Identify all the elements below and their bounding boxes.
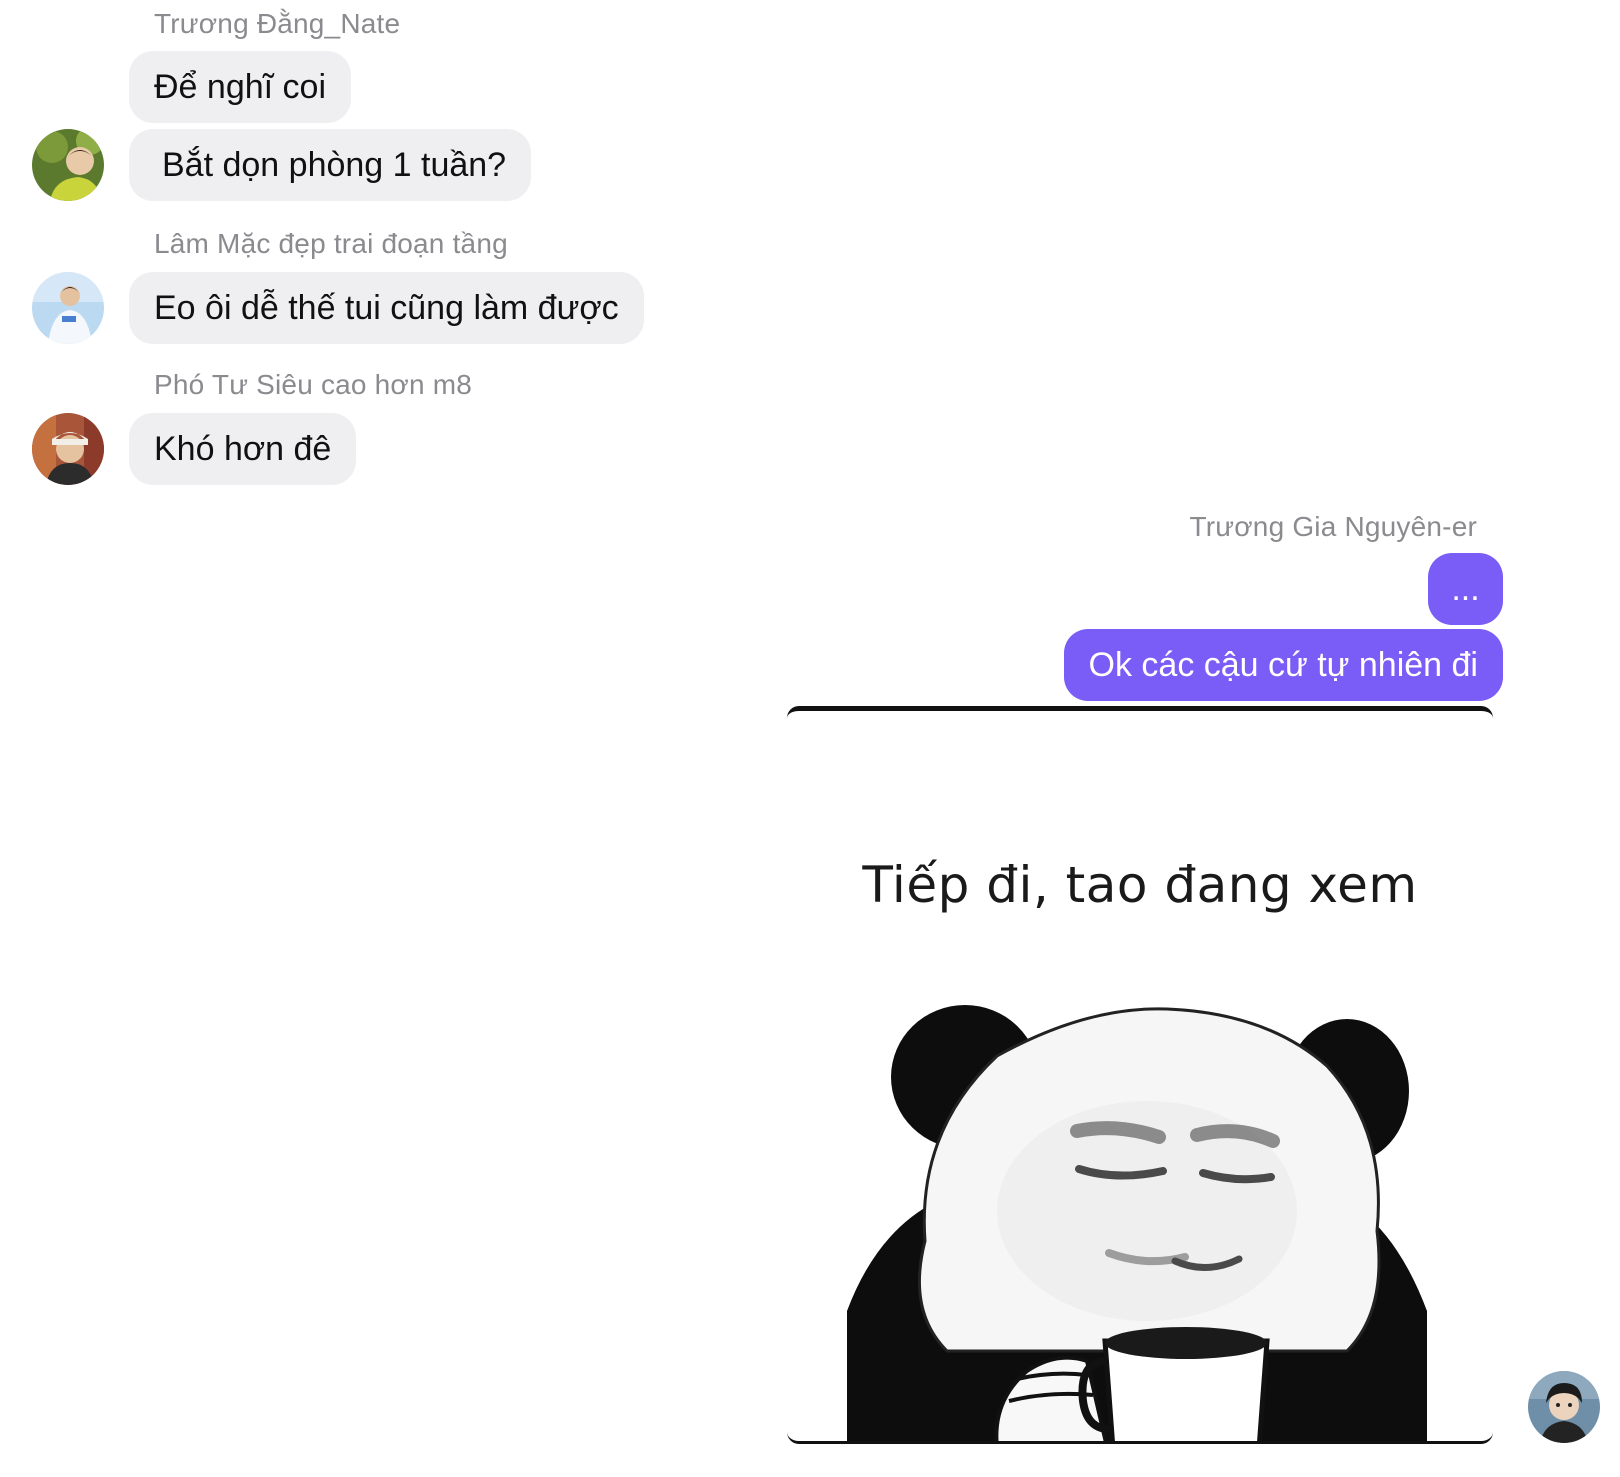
avatar[interactable] [32, 272, 104, 344]
avatar-photo-icon [32, 129, 104, 201]
avatar[interactable] [32, 129, 104, 201]
message-bubble[interactable]: Khó hơn đê [129, 413, 357, 485]
message-bubble[interactable]: Eo ôi dễ thế tui cũng làm được [129, 272, 644, 344]
message-bubble[interactable]: Ok các cậu cứ tự nhiên đi [1063, 629, 1503, 701]
avatar-photo-icon [32, 413, 104, 485]
message-bubble[interactable]: Để nghĩ coi [129, 51, 351, 123]
avatar-photo-icon [32, 272, 104, 344]
avatar-photo-icon [1528, 1371, 1600, 1443]
sender-name: Trương Đằng_Nate [154, 8, 401, 39]
message-bubble[interactable]: ... [1428, 553, 1503, 625]
message-bubble[interactable]: Bắt dọn phòng 1 tuần? [129, 129, 532, 201]
sender-name: Phó Tư Siêu cao hơn m8 [154, 369, 473, 400]
panda-meme-sticker-icon [847, 1005, 1427, 1441]
avatar[interactable] [1528, 1371, 1600, 1443]
sender-name: Lâm Mặc đẹp trai đoạn tầng [154, 228, 508, 259]
sender-name: Trương Gia Nguyên-er [1189, 511, 1477, 542]
sticker-image[interactable]: Tiếp đi, tao đang xem [787, 706, 1493, 1444]
avatar[interactable] [32, 413, 104, 485]
